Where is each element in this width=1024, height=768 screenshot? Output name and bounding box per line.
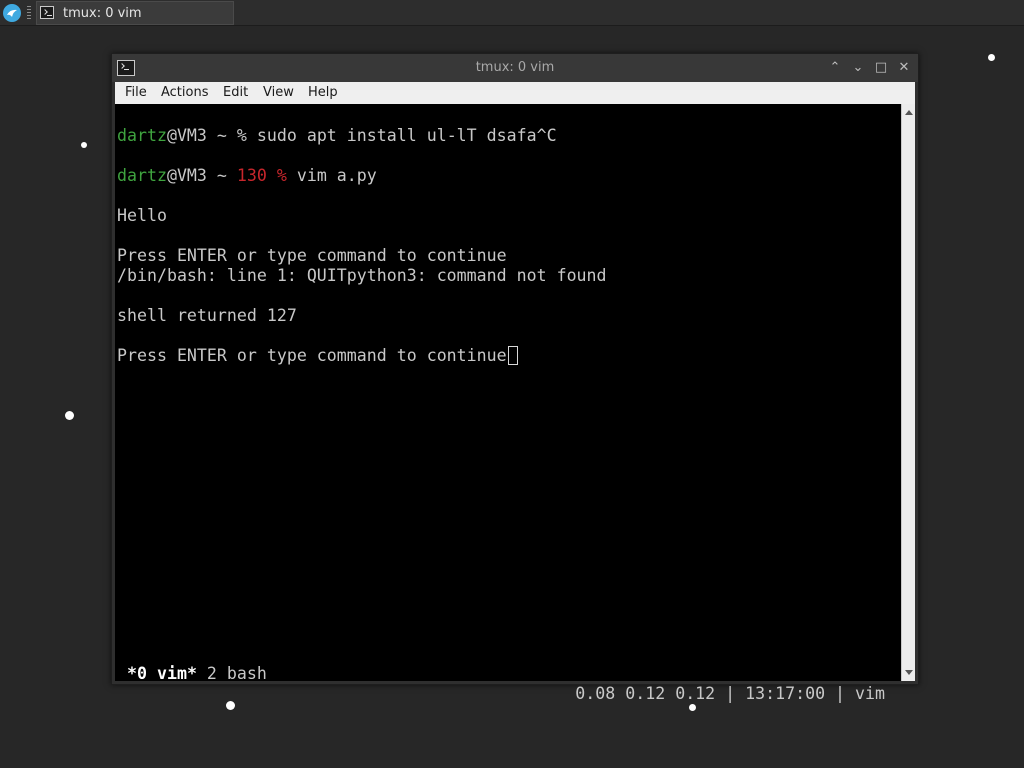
- command-text: sudo apt install ul-lT dsafa^C: [256, 126, 557, 145]
- tmux-status-right: 0.08 0.12 0.12 | 13:17:00 | vim: [575, 684, 885, 703]
- maximize-icon[interactable]: □: [872, 59, 890, 77]
- prompt-host: @VM3 ~: [166, 166, 237, 185]
- taskbar-window-label: tmux: 0 vim: [63, 6, 142, 21]
- prompt-user: dartz: [117, 126, 167, 145]
- menu-bar: File Actions Edit View Help: [115, 82, 915, 104]
- minimize-icon[interactable]: ⌄: [849, 59, 867, 77]
- terminal-line: dartz@VM3 ~ 130 % vim a.py: [117, 166, 377, 186]
- terminal-icon: [40, 6, 54, 19]
- taskbar-grip: [27, 6, 31, 20]
- command-text: vim a.py: [286, 166, 377, 185]
- tmux-window-list: *0 vim* 2 bash: [127, 664, 267, 684]
- window-titlebar[interactable]: tmux: 0 vim ⌃ ⌄ □ ✕: [112, 54, 918, 82]
- desktop-dot: [689, 704, 696, 711]
- terminal-line: dartz@VM3 ~ % sudo apt install ul-lT dsa…: [117, 126, 557, 146]
- window-title: tmux: 0 vim: [475, 60, 555, 75]
- text-cursor: [507, 346, 518, 365]
- taskbar: tmux: 0 vim: [0, 0, 1024, 26]
- prompt-message: Press ENTER or type command to continue: [117, 346, 507, 365]
- desktop-dot: [65, 411, 74, 420]
- terminal-line: /bin/bash: line 1: QUITpython3: command …: [117, 266, 607, 285]
- shade-up-icon[interactable]: ⌃: [826, 59, 844, 77]
- tmux-window-active[interactable]: *0 vim*: [127, 664, 197, 683]
- app-menu-icon[interactable]: [3, 4, 21, 22]
- tmux-window-inactive[interactable]: 2 bash: [197, 664, 267, 683]
- desktop-dot: [226, 701, 235, 710]
- terminal-scrollbar[interactable]: [901, 104, 915, 681]
- close-icon[interactable]: ✕: [895, 59, 913, 77]
- tmux-status-bar: *0 vim* 2 bash 0.08 0.12 0.12 | 13:17:00…: [115, 644, 901, 703]
- taskbar-window-button[interactable]: tmux: 0 vim: [36, 1, 234, 25]
- terminal-output[interactable]: dartz@VM3 ~ % sudo apt install ul-lT dsa…: [115, 104, 901, 703]
- terminal-line: shell returned 127: [117, 306, 297, 325]
- scroll-up-icon[interactable]: [905, 110, 913, 115]
- scroll-down-icon[interactable]: [905, 670, 913, 675]
- desktop-dot: [81, 142, 87, 148]
- menu-edit[interactable]: Edit: [223, 85, 248, 100]
- prompt-user: dartz: [117, 166, 167, 185]
- menu-actions[interactable]: Actions: [161, 85, 209, 100]
- terminal-line: Press ENTER or type command to continue: [117, 246, 507, 265]
- terminal-window: tmux: 0 vim ⌃ ⌄ □ ✕ File Actions Edit Vi…: [111, 53, 919, 703]
- terminal-line: Hello: [117, 206, 167, 225]
- desktop-dot: [988, 54, 995, 61]
- terminal-line: Press ENTER or type command to continue: [117, 346, 518, 366]
- menu-view[interactable]: View: [263, 85, 294, 100]
- menu-file[interactable]: File: [125, 85, 147, 100]
- exit-code: 130 %: [236, 166, 287, 185]
- prompt-host: @VM3 ~ %: [166, 126, 257, 145]
- menu-help[interactable]: Help: [308, 85, 338, 100]
